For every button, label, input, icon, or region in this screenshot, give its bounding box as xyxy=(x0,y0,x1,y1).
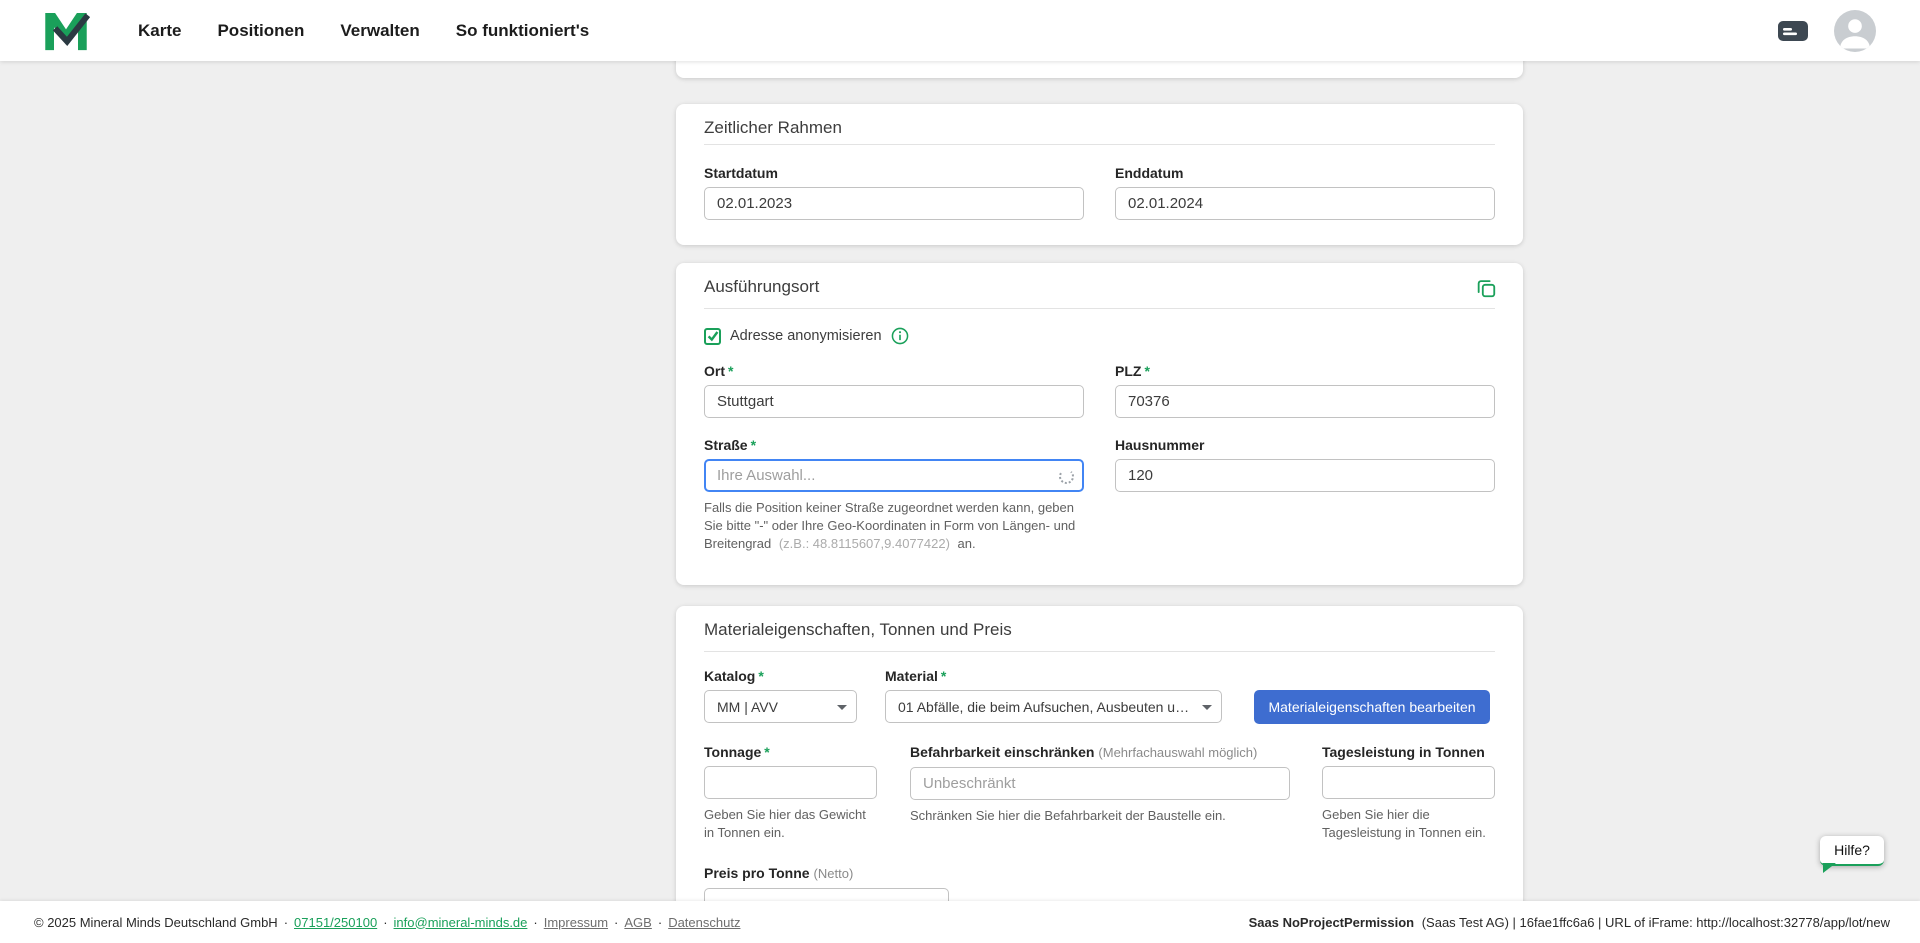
footer-tenant-name: Saas NoProjectPermission xyxy=(1249,915,1414,930)
required-marker: * xyxy=(728,363,733,379)
anonymize-checkbox[interactable] xyxy=(704,328,721,345)
loading-spinner-icon xyxy=(1059,469,1074,484)
card-icon[interactable] xyxy=(1776,18,1810,44)
befahrbarkeit-hint: (Mehrfachauswahl möglich) xyxy=(1098,745,1257,760)
befahrbarkeit-input[interactable] xyxy=(910,767,1290,800)
material-label: Material* xyxy=(885,667,1222,685)
material-selected-value: 01 Abfälle, die beim Aufsuchen, Ausbeute… xyxy=(898,699,1195,715)
card-zeitlicher-rahmen: Zeitlicher Rahmen Startdatum Enddatum xyxy=(676,104,1523,245)
strasse-input[interactable] xyxy=(704,459,1084,492)
footer-phone-link[interactable]: 07151/250100 xyxy=(294,915,377,930)
info-icon[interactable] xyxy=(891,327,909,345)
preis-label: Preis pro Tonne(Netto) xyxy=(704,864,949,883)
katalog-select[interactable]: MM | AVV xyxy=(704,690,857,723)
plz-field: PLZ* xyxy=(1115,362,1495,418)
tonnage-label: Tonnage* xyxy=(704,743,877,761)
required-marker: * xyxy=(758,668,763,684)
startdatum-field: Startdatum xyxy=(704,164,1084,220)
nav-item-verwalten[interactable]: Verwalten xyxy=(340,21,419,41)
check-icon xyxy=(707,330,719,342)
footer-separator: · xyxy=(284,915,288,930)
preis-hint: (Netto) xyxy=(814,866,854,881)
footer: © 2025 Mineral Minds Deutschland GmbH · … xyxy=(0,901,1920,943)
tagesleistung-field: Tagesleistung in Tonnen Geben Sie hier d… xyxy=(1322,743,1495,842)
ort-label: Ort* xyxy=(704,362,1084,380)
materialeigenschaften-bearbeiten-button[interactable]: Materialeigenschaften bearbeiten xyxy=(1254,690,1490,724)
hausnummer-input[interactable] xyxy=(1115,459,1495,492)
startdatum-input[interactable] xyxy=(704,187,1084,220)
footer-separator: · xyxy=(658,915,662,930)
nav-item-positionen[interactable]: Positionen xyxy=(217,21,304,41)
required-marker: * xyxy=(941,668,946,684)
anonymize-label: Adresse anonymisieren xyxy=(730,328,882,344)
nav-item-karte[interactable]: Karte xyxy=(138,21,181,41)
befahrbarkeit-label: Befahrbarkeit einschränken(Mehrfachauswa… xyxy=(910,743,1290,762)
plz-input[interactable] xyxy=(1115,385,1495,418)
enddatum-field: Enddatum xyxy=(1115,164,1495,220)
person-icon xyxy=(1834,10,1876,52)
material-select[interactable]: 01 Abfälle, die beim Aufsuchen, Ausbeute… xyxy=(885,690,1222,723)
user-avatar[interactable] xyxy=(1834,10,1876,52)
ort-input[interactable] xyxy=(704,385,1084,418)
required-marker: * xyxy=(751,437,756,453)
footer-email-link[interactable]: info@mineral-minds.de xyxy=(394,915,528,930)
divider xyxy=(704,308,1495,309)
tagesleistung-helper-text: Geben Sie hier die Tagesleistung in Tonn… xyxy=(1322,806,1495,842)
divider xyxy=(704,651,1495,652)
tonnage-input[interactable] xyxy=(704,766,877,799)
material-field: Material* 01 Abfälle, die beim Aufsuchen… xyxy=(885,667,1222,723)
help-button[interactable]: Hilfe? xyxy=(1820,836,1884,866)
mineral-minds-logo[interactable] xyxy=(42,8,90,53)
enddatum-input[interactable] xyxy=(1115,187,1495,220)
hausnummer-label: Hausnummer xyxy=(1115,436,1495,454)
card-title-zeitlicher-rahmen: Zeitlicher Rahmen xyxy=(704,118,842,138)
copy-icon[interactable] xyxy=(1475,277,1497,299)
enddatum-label: Enddatum xyxy=(1115,164,1495,182)
top-navbar: Karte Positionen Verwalten So funktionie… xyxy=(0,0,1920,61)
startdatum-label: Startdatum xyxy=(704,164,1084,182)
tonnage-helper-text: Geben Sie hier das Gewicht in Tonnen ein… xyxy=(704,806,877,842)
nav-item-so-funktionierts[interactable]: So funktioniert's xyxy=(456,21,589,41)
required-marker: * xyxy=(1144,363,1149,379)
strasse-field: Straße* Falls die Position keiner Straße… xyxy=(704,436,1084,553)
befahrbarkeit-field: Befahrbarkeit einschränken(Mehrfachauswa… xyxy=(910,743,1290,825)
footer-datenschutz-link[interactable]: Datenschutz xyxy=(668,915,740,930)
katalog-selected-value: MM | AVV xyxy=(717,699,778,715)
tonnage-field: Tonnage* Geben Sie hier das Gewicht in T… xyxy=(704,743,877,842)
help-button-label: Hilfe? xyxy=(1834,842,1870,858)
tagesleistung-label: Tagesleistung in Tonnen xyxy=(1322,743,1495,761)
footer-right: Saas NoProjectPermission (Saas Test AG) … xyxy=(1249,915,1890,930)
main-nav: Karte Positionen Verwalten So funktionie… xyxy=(138,0,589,61)
divider xyxy=(704,144,1495,145)
card-title-ausfuehrungsort: Ausführungsort xyxy=(704,277,819,297)
footer-separator: · xyxy=(533,915,537,930)
card-title-materialeigenschaften: Materialeigenschaften, Tonnen und Preis xyxy=(704,620,1012,640)
geo-coords-example: (z.B.: 48.8115607,9.4077422) xyxy=(779,536,950,551)
required-marker: * xyxy=(764,744,769,760)
header-actions xyxy=(1776,0,1876,61)
footer-left: © 2025 Mineral Minds Deutschland GmbH · … xyxy=(34,915,740,930)
hausnummer-field: Hausnummer xyxy=(1115,436,1495,492)
footer-separator: · xyxy=(383,915,387,930)
plz-label: PLZ* xyxy=(1115,362,1495,380)
tagesleistung-input[interactable] xyxy=(1322,766,1495,799)
card-ausfuehrungsort: Ausführungsort Adresse anonymisieren Ort… xyxy=(676,263,1523,585)
anonymize-row: Adresse anonymisieren xyxy=(704,327,909,345)
strasse-helper-text: Falls die Position keiner Straße zugeord… xyxy=(704,499,1078,553)
footer-separator: · xyxy=(614,915,618,930)
footer-copyright: © 2025 Mineral Minds Deutschland GmbH xyxy=(34,915,278,930)
befahrbarkeit-helper-text: Schränken Sie hier die Befahrbarkeit der… xyxy=(910,807,1290,825)
ort-field: Ort* xyxy=(704,362,1084,418)
card-materialeigenschaften: Materialeigenschaften, Tonnen und Preis … xyxy=(676,606,1523,943)
footer-environment-info: (Saas Test AG) | 16fae1ffc6a6 | URL of i… xyxy=(1422,915,1890,930)
strasse-label: Straße* xyxy=(704,436,1084,454)
katalog-field: Katalog* MM | AVV xyxy=(704,667,857,723)
footer-impressum-link[interactable]: Impressum xyxy=(544,915,608,930)
katalog-label: Katalog* xyxy=(704,667,857,685)
footer-agb-link[interactable]: AGB xyxy=(624,915,651,930)
